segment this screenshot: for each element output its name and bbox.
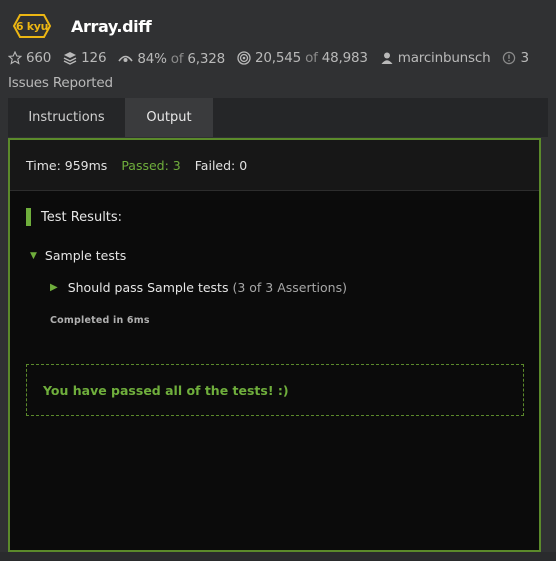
kata-stats: 660 126 84% of 6,328 20,545 of 48,983 ma… <box>8 47 548 94</box>
assertion-count: (3 of 3 Assertions) <box>232 280 347 295</box>
stars-stat[interactable]: 660 <box>8 47 51 69</box>
bottom-strip <box>0 552 556 561</box>
tab-instructions[interactable]: Instructions <box>8 98 125 137</box>
failed-label: Failed: 0 <box>194 157 248 173</box>
triangle-down-icon: ▼ <box>30 250 37 261</box>
tab-output[interactable]: Output <box>125 98 213 137</box>
target-icon <box>237 51 251 65</box>
satisfaction-value: 84% <box>137 51 167 67</box>
stars-count: 660 <box>26 50 52 66</box>
votes-count: 6,328 <box>187 51 226 67</box>
satisfaction-stat: 84% of 6,328 <box>118 48 225 70</box>
tab-bar-filler <box>213 98 548 137</box>
test-summary-bar: Time: 959ms Passed: 3 Failed: 0 <box>10 140 539 191</box>
rank-label: 6 kyu <box>15 19 49 33</box>
completed-time: Completed in 6ms <box>50 315 150 326</box>
triangle-right-icon: ▶ <box>50 282 58 293</box>
star-icon <box>8 51 22 65</box>
alert-icon <box>503 51 516 65</box>
test-results-heading: Test Results: <box>26 208 122 226</box>
title-row: 6 kyu Array.diff <box>8 12 152 40</box>
test-label: Should pass Sample tests <box>67 280 229 295</box>
eye-icon <box>118 55 133 62</box>
satisfaction-of: of <box>170 51 184 67</box>
author-name: marcinbunsch <box>397 50 491 66</box>
test-results-title: Test Results: <box>41 209 123 225</box>
heading-accent-bar <box>26 208 31 226</box>
collections-count: 126 <box>81 50 107 66</box>
completions-count: 20,545 <box>255 50 302 66</box>
stack-icon <box>63 52 77 65</box>
issues-stat[interactable]: 3 <box>502 47 529 69</box>
test-item[interactable]: ▶ Should pass Sample tests (3 of 3 Asser… <box>50 280 347 295</box>
kata-header: 6 kyu Array.diff 660 126 84% of 6,328 20… <box>0 0 556 98</box>
issues-count: 3 <box>520 50 529 66</box>
output-panel: Time: 959ms Passed: 3 Failed: 0 Test Res… <box>8 138 541 552</box>
test-group-sample-tests[interactable]: ▼ Sample tests <box>30 248 126 263</box>
passed-label: Passed: 3 <box>121 157 181 173</box>
kata-title[interactable]: Array.diff <box>71 17 152 36</box>
completions-of: of <box>305 50 318 66</box>
group-label: Sample tests <box>44 248 127 263</box>
collections-stat[interactable]: 126 <box>63 47 107 69</box>
time-label: Time: 959ms <box>26 157 108 173</box>
author-stat[interactable]: marcinbunsch <box>380 47 491 69</box>
issues-label[interactable]: Issues Reported <box>8 75 113 91</box>
user-icon <box>381 52 393 64</box>
rank-badge: 6 kyu <box>8 13 56 39</box>
success-message: You have passed all of the tests! :) <box>26 364 524 416</box>
tab-bar: Instructions Output <box>8 98 548 137</box>
completions-stat: 20,545 of 48,983 <box>237 47 368 69</box>
attempts-count: 48,983 <box>321 50 368 66</box>
